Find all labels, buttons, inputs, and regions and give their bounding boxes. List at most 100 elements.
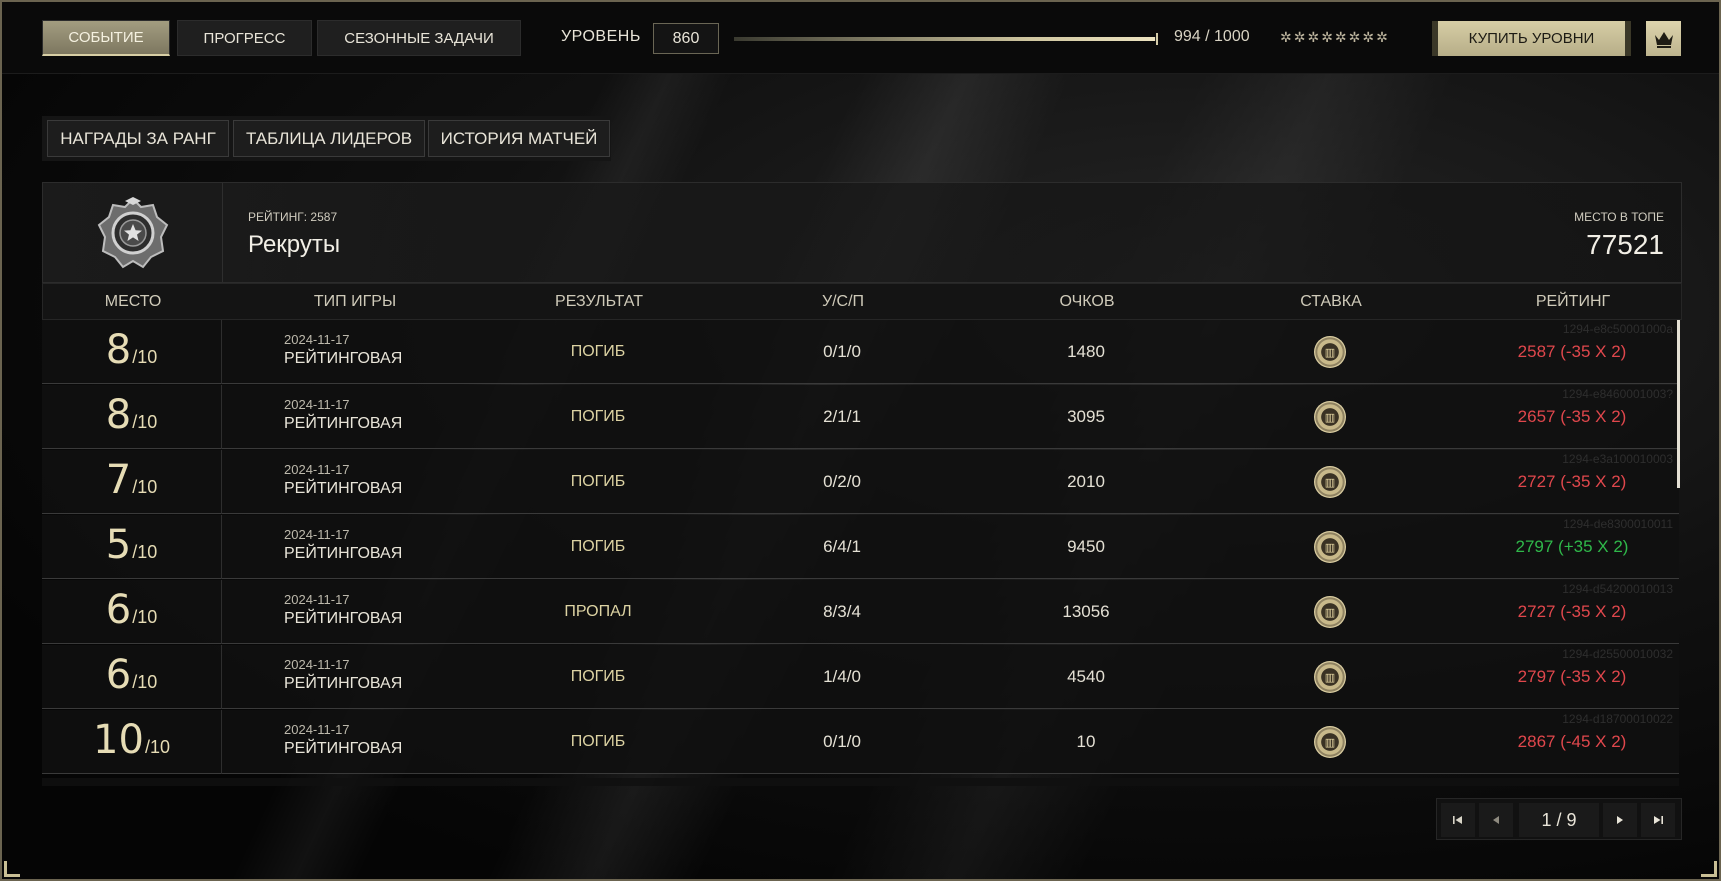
points-value: 3095 (1067, 407, 1105, 426)
kills-assists: 8/3/4 (823, 602, 861, 621)
tab-event[interactable]: СОБЫТИЕ (42, 20, 170, 56)
kills-assists: 0/1/0 (823, 732, 861, 751)
points-value: 4540 (1067, 667, 1105, 686)
game-window: СОБЫТИЕ ПРОГРЕСС СЕЗОННЫЕ ЗАДАЧИ УРОВЕНЬ… (0, 0, 1721, 881)
prev-page-button[interactable] (1479, 803, 1513, 837)
stake-cell: ▥ (1218, 450, 1442, 514)
kills-assists: 6/4/1 (823, 537, 861, 556)
tab-leaderboard[interactable]: ТАБЛИЦА ЛИДЕРОВ (233, 120, 425, 157)
game-type: РЕЙТИНГОВАЯ (284, 350, 403, 367)
rank-panel: РЕЙТИНГ: 2587 Рекруты МЕСТО В ТОПЕ 77521 (42, 182, 1682, 283)
match-result: ПРОПАЛ (564, 603, 632, 620)
game-type: РЕЙТИНГОВАЯ (284, 545, 403, 562)
place-cell: 5/10 (42, 515, 222, 579)
frame-corner (1701, 861, 1717, 877)
place-total: /10 (132, 412, 158, 432)
table-row[interactable]: 1294-e3a100010003 7/10 2024-11-17 РЕЙТИНГОВ… (42, 450, 1679, 514)
game-type: РЕЙТИНГОВАЯ (284, 480, 403, 497)
last-page-icon (1654, 816, 1663, 824)
stake-cell: ▥ (1218, 385, 1442, 449)
rank-emblem-cell (43, 183, 223, 282)
match-history-table[interactable]: 1294-e8c50001000a 8/10 2024-11-17 РЕЙТИНГОВ… (42, 320, 1679, 786)
tab-match-history[interactable]: ИСТОРИЯ МАТЧЕЙ (428, 120, 610, 157)
tab-rank-rewards[interactable]: НАГРАДЫ ЗА РАНГ (47, 120, 229, 157)
points-value: 13056 (1062, 602, 1110, 621)
last-page-button[interactable] (1641, 803, 1675, 837)
tab-progress[interactable]: ПРОГРЕСС (177, 20, 312, 56)
level-value: 860 (653, 23, 719, 54)
rank-name: Рекруты (248, 231, 341, 258)
table-scrollbar[interactable] (1677, 320, 1680, 488)
points-value: 2010 (1067, 472, 1105, 491)
rating-change: 2587 (-35 X 2) (1517, 342, 1627, 361)
poker-chip-icon: ▥ (1314, 596, 1346, 628)
next-page-icon (1617, 816, 1623, 824)
kills-assists: 1/4/0 (823, 667, 861, 686)
match-result: ПОГИБ (570, 473, 626, 490)
header-game-type: ТИП ИГРЫ (313, 292, 397, 310)
rating-change: 2657 (-35 X 2) (1517, 407, 1627, 426)
place-number: 6 (105, 587, 132, 633)
place-cell: 8/10 (42, 385, 222, 449)
place-total: /10 (132, 607, 158, 627)
match-result: ПОГИБ (570, 733, 626, 750)
crown-icon (1654, 31, 1673, 48)
place-cell: 7/10 (42, 450, 222, 514)
poker-chip-icon: ▥ (1314, 401, 1346, 433)
place-cell: 6/10 (42, 580, 222, 644)
table-row[interactable]: 1294-e8c50001000a 8/10 2024-11-17 РЕЙТИНГОВ… (42, 320, 1679, 384)
place-number: 8 (105, 392, 132, 438)
match-date: 2024-11-17 (284, 592, 350, 607)
match-result: ПОГИБ (570, 668, 626, 685)
header-rating: РЕЙТИНГ (1535, 292, 1611, 310)
stake-cell: ▥ (1218, 710, 1442, 774)
place-total: /10 (132, 542, 158, 562)
prev-page-icon (1493, 816, 1499, 824)
match-date: 2024-11-17 (284, 722, 350, 737)
table-row[interactable]: 1294-de8300010011 5/10 2024-11-17 РЕЙТИНГОВ… (42, 515, 1679, 579)
poker-chip-icon: ▥ (1314, 466, 1346, 498)
header-place: МЕСТО (104, 292, 162, 310)
next-page-button[interactable] (1603, 803, 1637, 837)
game-type: РЕЙТИНГОВАЯ (284, 610, 403, 627)
buy-levels-button[interactable]: КУПИТЬ УРОВНИ (1432, 21, 1631, 56)
page-indicator: 1 / 9 (1519, 803, 1599, 837)
table-row[interactable]: 1294-d18700010022 10/10 2024-11-17 РЕЙТИНГО… (42, 710, 1679, 774)
poker-chip-icon: ▥ (1314, 661, 1346, 693)
points-value: 9450 (1067, 537, 1105, 556)
place-number: 7 (105, 457, 132, 503)
match-date: 2024-11-17 (284, 397, 350, 412)
match-result: ПОГИБ (570, 538, 626, 555)
poker-chip-icon: ▥ (1314, 531, 1346, 563)
game-type: РЕЙТИНГОВАЯ (284, 415, 403, 432)
kills-assists: 0/1/0 (823, 342, 861, 361)
rating-change: 2797 (-35 X 2) (1517, 667, 1627, 686)
rating-change: 2867 (-45 X 2) (1517, 732, 1627, 751)
header-stake: СТАВКА (1300, 292, 1362, 310)
match-date: 2024-11-17 (284, 332, 350, 347)
header-ksa: У/С/П (821, 292, 865, 310)
top-bar: СОБЫТИЕ ПРОГРЕСС СЕЗОННЫЕ ЗАДАЧИ УРОВЕНЬ… (2, 2, 1719, 74)
table-row[interactable]: 1294-d25500010032 6/10 2024-11-17 РЕЙТИНГОВ… (42, 645, 1679, 709)
first-page-icon (1453, 816, 1462, 824)
xp-end-tick (1156, 33, 1158, 45)
rating-label: РЕЙТИНГ: 2587 (248, 210, 338, 224)
xp-progress-bar (734, 37, 1158, 41)
table-row[interactable]: 1294-e8460001003? 8/10 2024-11-17 РЕЙТИНГОВ… (42, 385, 1679, 449)
level-stars: ✲✲✲✲✲✲✲✲ (1280, 29, 1390, 45)
game-type: РЕЙТИНГОВАЯ (284, 740, 403, 757)
place-cell: 10/10 (42, 710, 222, 774)
crown-button[interactable] (1646, 21, 1681, 56)
poker-chip-icon: ▥ (1314, 726, 1346, 758)
first-page-button[interactable] (1441, 803, 1475, 837)
kills-assists: 2/1/1 (823, 407, 861, 426)
table-row[interactable]: 1294-d54200010013 6/10 2024-11-17 РЕЙТИНГОВ… (42, 580, 1679, 644)
place-number: 8 (105, 327, 132, 373)
place-total: /10 (144, 737, 170, 757)
xp-progress-fill (734, 37, 1156, 41)
header-points: ОЧКОВ (1059, 292, 1115, 310)
level-label: УРОВЕНЬ (561, 28, 641, 45)
tab-season-tasks[interactable]: СЕЗОННЫЕ ЗАДАЧИ (317, 20, 521, 56)
match-date: 2024-11-17 (284, 527, 350, 542)
match-date: 2024-11-17 (284, 657, 350, 672)
